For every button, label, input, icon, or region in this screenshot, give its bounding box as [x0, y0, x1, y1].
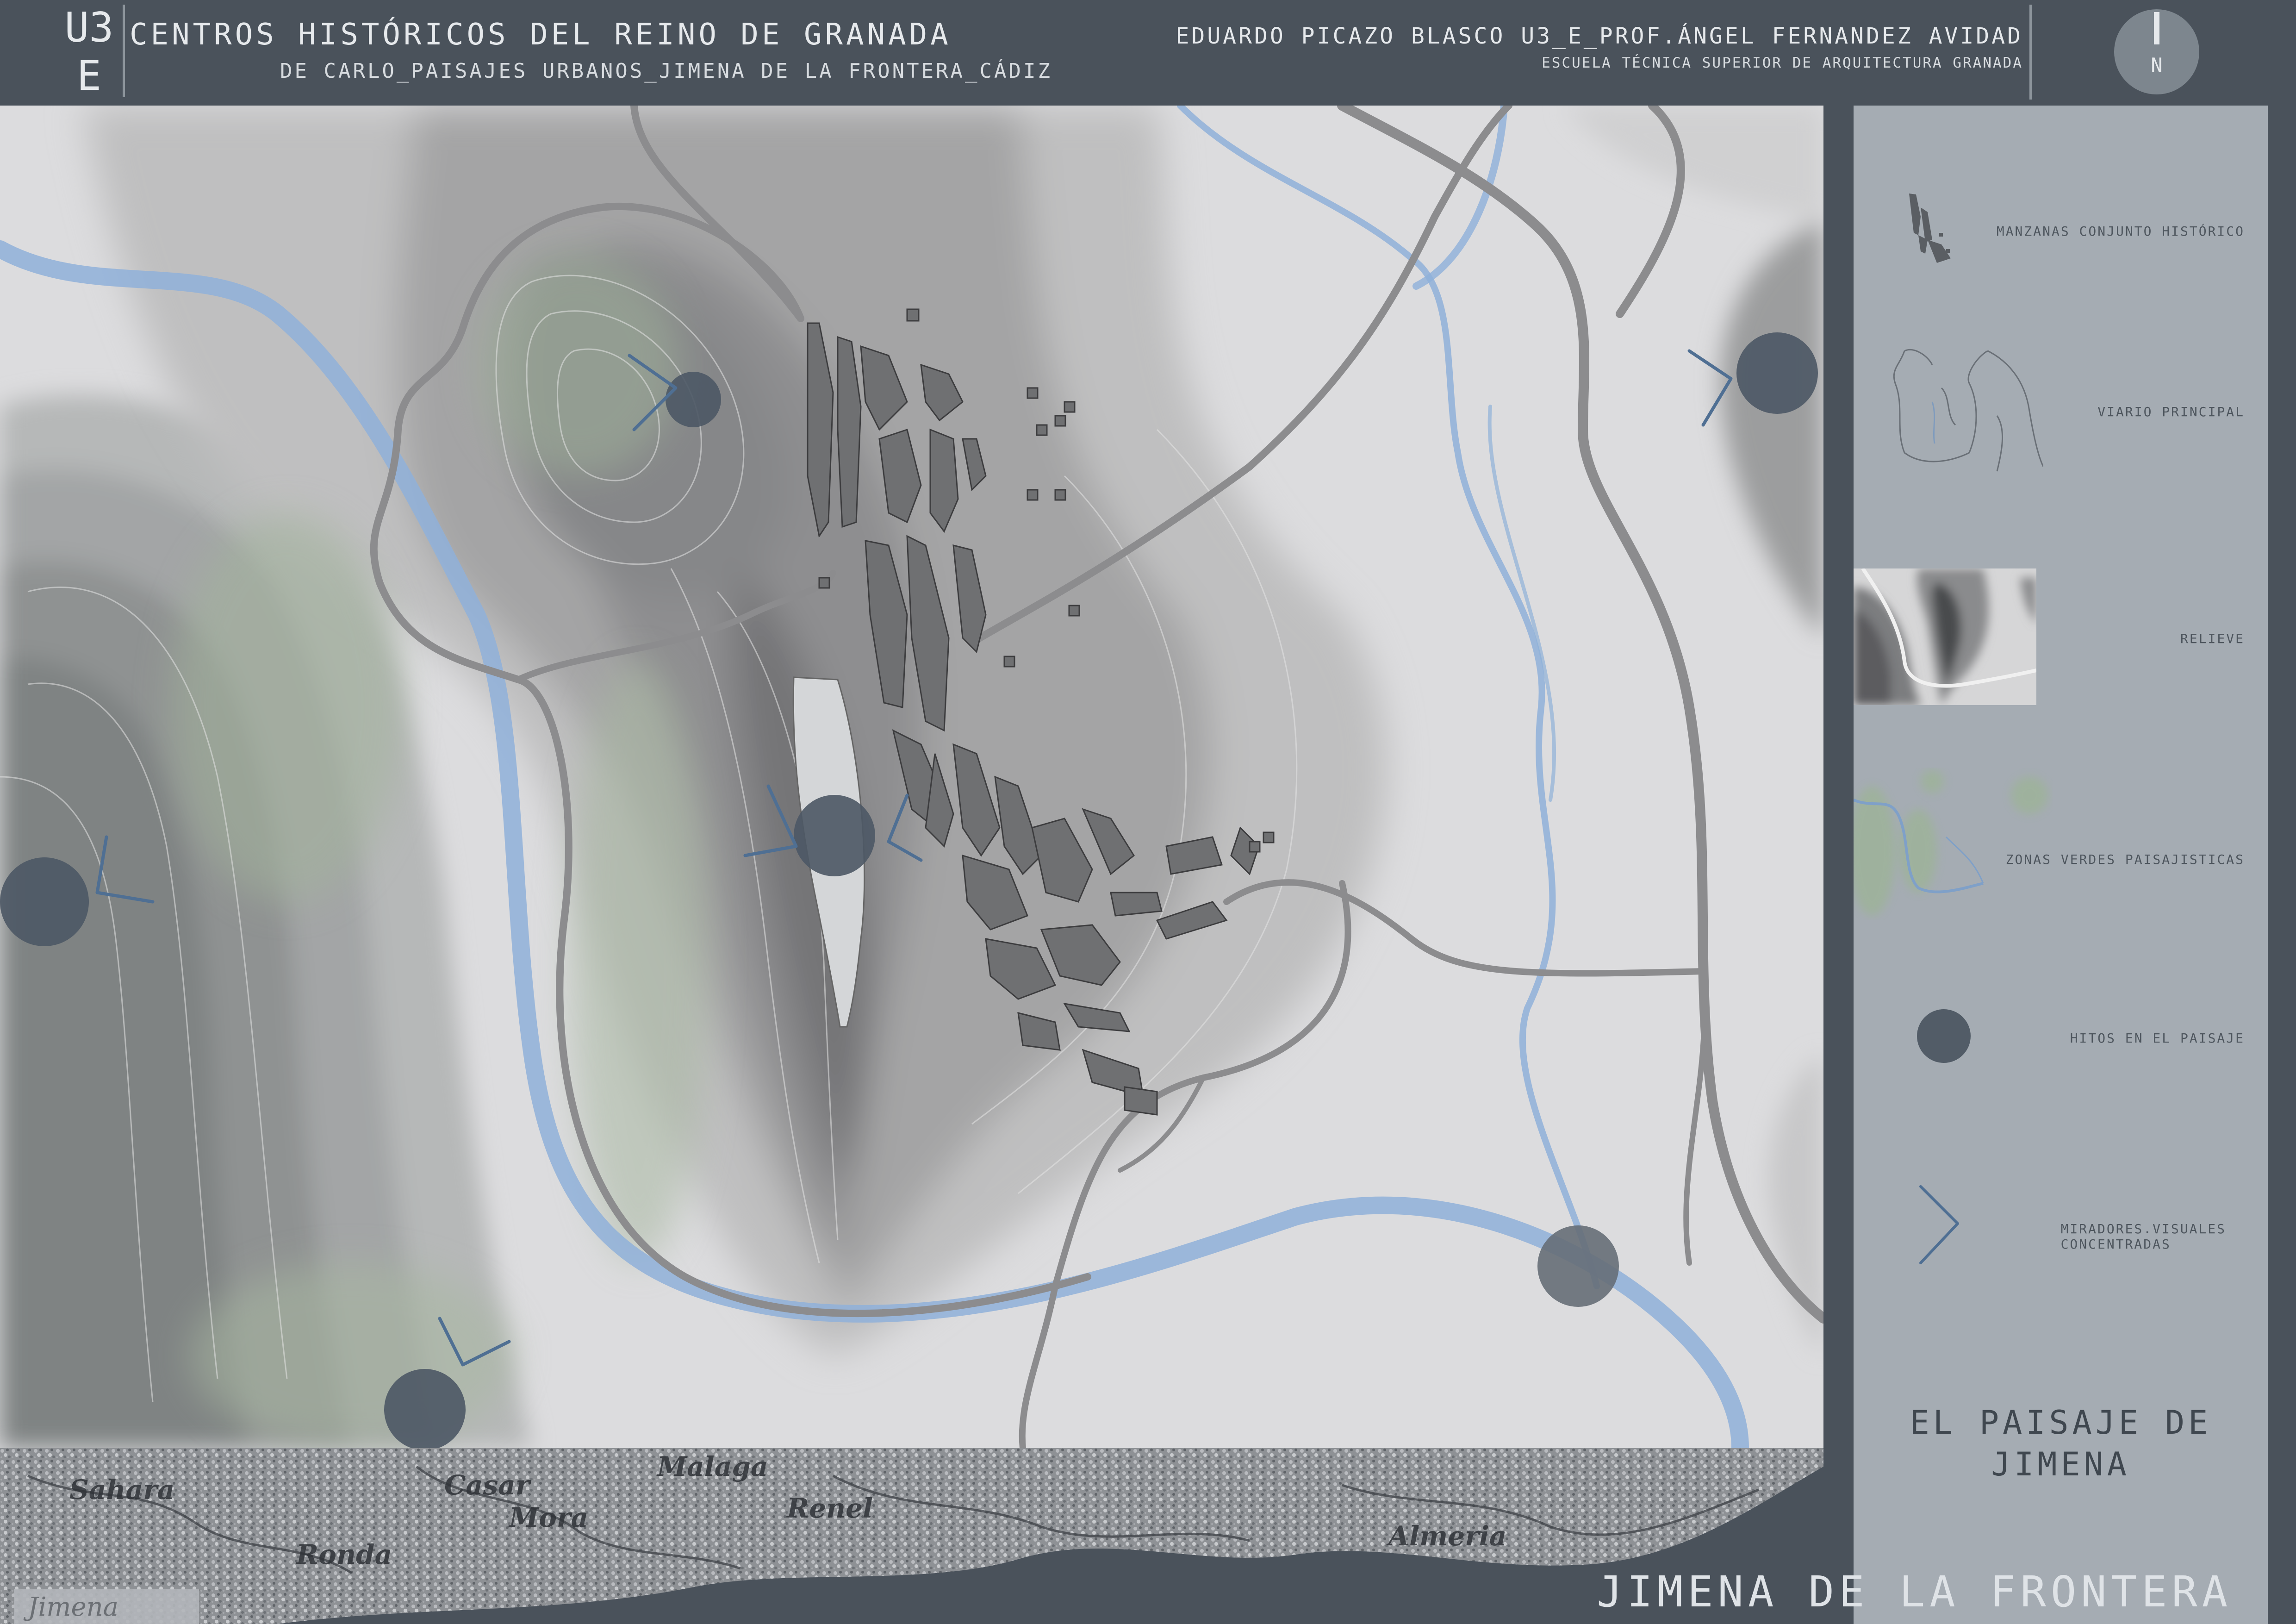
- legend-label-viewpoints: MIRADORES.VISUALES CONCENTRADAS: [2061, 1221, 2226, 1252]
- relief-thumbnail-icon: [1854, 568, 2036, 705]
- sheet-code-line2: E: [77, 52, 101, 100]
- footer-title: JIMENA DE LA FRONTERA: [1597, 1567, 2233, 1617]
- header-divider-right: [2029, 5, 2032, 100]
- old-map-word: Renel: [786, 1493, 873, 1524]
- old-map-word: Mora: [508, 1502, 588, 1533]
- green-zones-thumbnail-icon: [1854, 770, 2048, 916]
- panel-title: EL PAISAJE DE JIMENA: [1854, 1402, 2268, 1485]
- north-arrow-icon: N: [2114, 9, 2199, 94]
- landmark-circle-icon: [794, 795, 875, 876]
- landmark-circle-icon: [1736, 332, 1818, 414]
- author-line: EDUARDO PICAZO BLASCO U3_E_PROF.ÁNGEL FE…: [1176, 23, 2023, 49]
- landmark-circle-icon: [0, 857, 89, 946]
- page-title: CENTROS HISTÓRICOS DEL REINO DE GRANADA: [130, 18, 952, 52]
- sheet-code: U3 E: [62, 4, 116, 100]
- blocks-thumbnail-icon: [1909, 194, 1951, 263]
- landmark-circle-icon: [384, 1369, 466, 1448]
- historic-map-drawing: Sahara Ronda Casar Malaga Mora Renel Alm…: [0, 1448, 1823, 1624]
- header-bar: U3 E CENTROS HISTÓRICOS DEL REINO DE GRA…: [0, 0, 2296, 106]
- old-map-word: Jimena: [23, 1592, 118, 1622]
- page-subtitle: DE CARLO_PAISAJES URBANOS_JIMENA DE LA F…: [280, 59, 1052, 83]
- main-map: [0, 106, 1823, 1448]
- school-line: ESCUELA TÉCNICA SUPERIOR DE ARQUITECTURA…: [1542, 55, 2023, 71]
- landmark-circle-icon: [1917, 1009, 1971, 1063]
- panel-title-line2: JIMENA: [1991, 1445, 2130, 1483]
- header-divider: [123, 5, 125, 97]
- historic-map-strip: Sahara Ronda Casar Malaga Mora Renel Alm…: [0, 1448, 1823, 1624]
- old-map-word: Almeria: [1386, 1520, 1506, 1552]
- landmark-circle-icon: [666, 372, 721, 427]
- legend-label-viewpoints-line1: MIRADORES.VISUALES: [2060, 1221, 2226, 1237]
- legend-label-green-zones: ZONAS VERDES PAISAJISTICAS: [2005, 852, 2245, 867]
- legend-label-relief: RELIEVE: [2180, 631, 2245, 646]
- landmark-circle-icon: [1537, 1225, 1619, 1307]
- old-map-word: Casar: [444, 1469, 532, 1501]
- north-needle: [2154, 12, 2159, 44]
- legend-label-landmarks: HITOS EN EL PAISAJE: [2070, 1031, 2245, 1046]
- old-map-word: Ronda: [295, 1539, 392, 1570]
- old-map-word: Sahara: [69, 1474, 174, 1505]
- panel-title-line1: EL PAISAJE DE: [1910, 1404, 2212, 1442]
- legend-label-roads: VIARIO PRINCIPAL: [2097, 404, 2245, 419]
- north-label: N: [2151, 54, 2163, 76]
- legend-label-viewpoints-line2: CONCENTRADAS: [2060, 1237, 2171, 1252]
- sheet-code-line1: U3: [64, 4, 114, 51]
- roads-thumbnail-icon: [1893, 349, 2043, 472]
- viewpoint-chevron-icon: [1919, 1185, 1959, 1264]
- legend-label-blocks: MANZANAS CONJUNTO HISTÓRICO: [1996, 224, 2245, 239]
- old-map-word: Malaga: [656, 1451, 768, 1482]
- map-drawing: [0, 106, 1823, 1448]
- legend-panel: MANZANAS CONJUNTO HISTÓRICO VIARIO PRINC…: [1854, 106, 2268, 1624]
